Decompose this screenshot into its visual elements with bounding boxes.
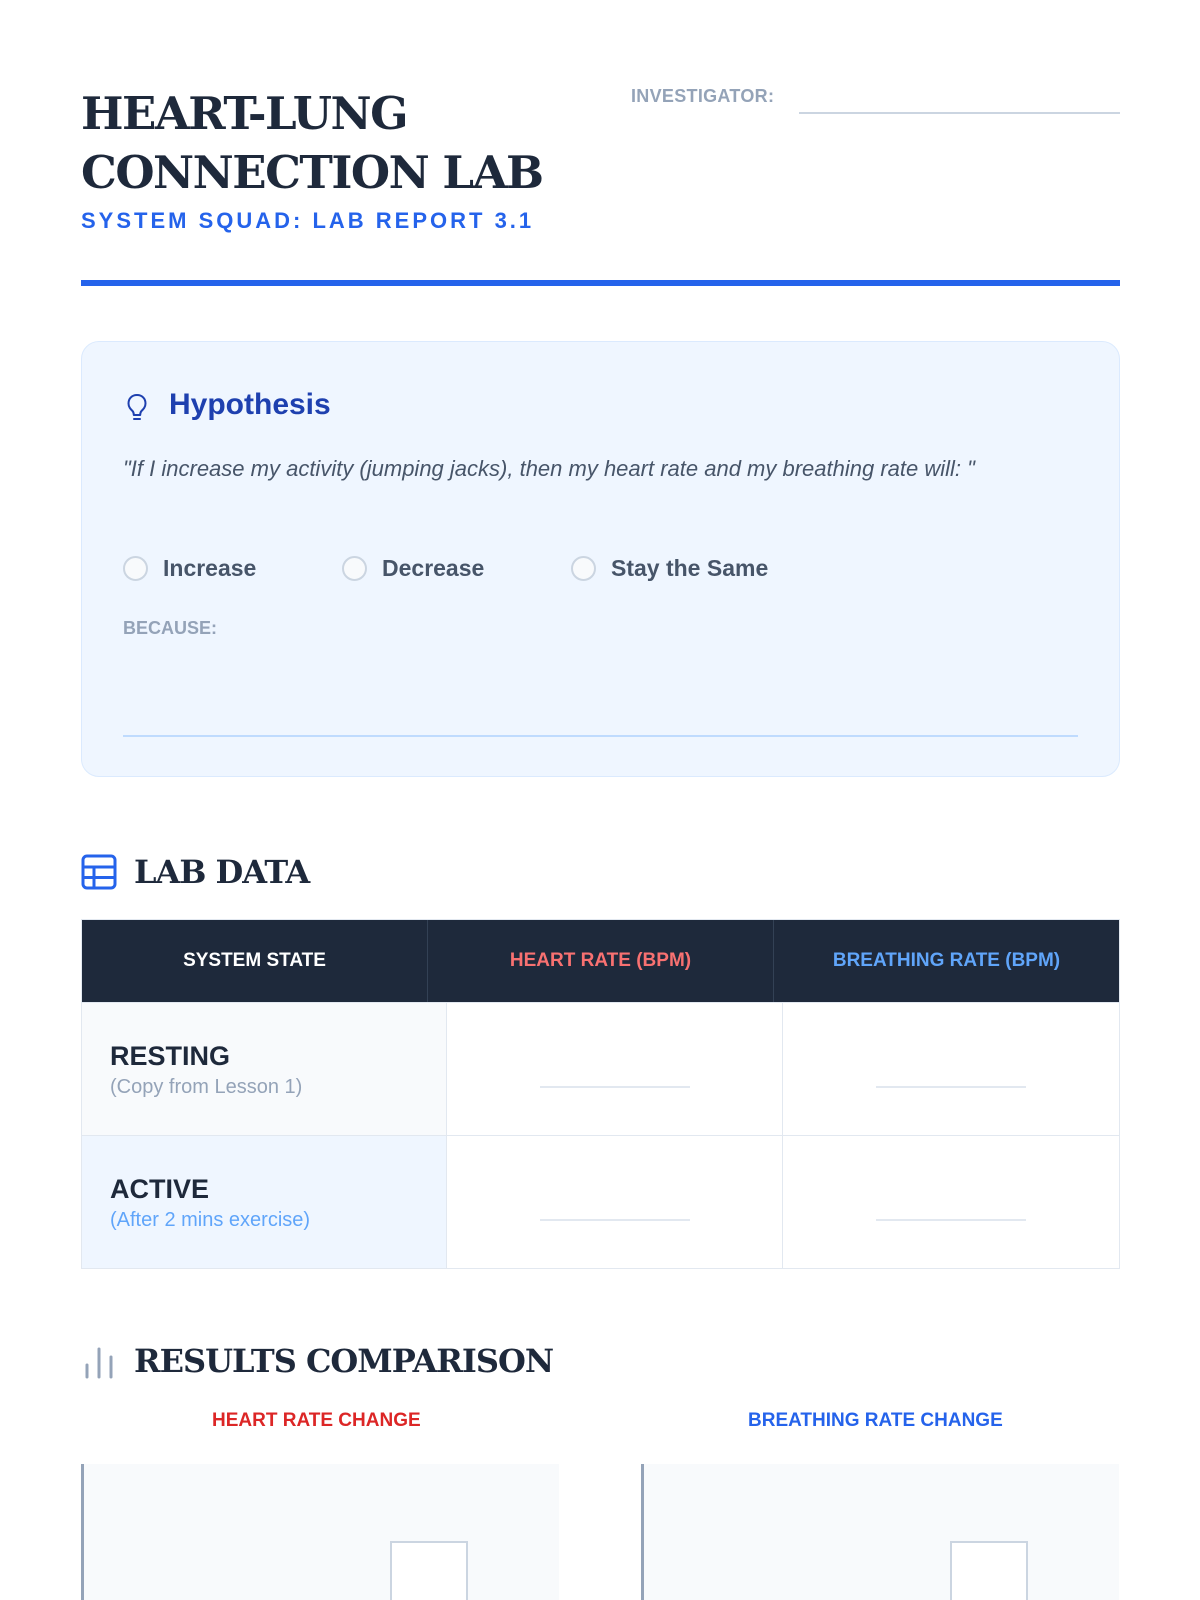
- page-title: HEART-LUNG CONNECTION LAB: [81, 87, 544, 199]
- hypothesis-options: Increase Decrease Stay the Same: [123, 552, 1023, 584]
- state-name: RESTING: [110, 1041, 231, 1071]
- investigator-label: INVESTIGATOR:: [631, 86, 775, 106]
- table-row: RESTING (Copy from Lesson 1): [82, 1002, 1120, 1135]
- radio-stay-the-same[interactable]: [571, 555, 596, 581]
- option-label: Decrease: [382, 554, 485, 581]
- state-name: ACTIVE: [110, 1174, 210, 1204]
- option-increase[interactable]: Increase: [123, 552, 256, 584]
- column-header-breathing-rate: BREATHING RATE (BPM): [832, 950, 1061, 971]
- header-divider: [81, 280, 1120, 286]
- option-label: Stay the Same: [611, 554, 769, 581]
- breathing-chart-axis: [641, 1464, 644, 1600]
- active-breathing-rate-cell[interactable]: [783, 1136, 1120, 1268]
- option-stay-the-same[interactable]: Stay the Same: [571, 552, 768, 584]
- investigator-field[interactable]: INVESTIGATOR:: [631, 84, 1120, 114]
- resting-heart-rate-cell[interactable]: [446, 1003, 784, 1135]
- resting-breathing-rate-input[interactable]: [876, 1086, 1027, 1088]
- column-header-heart-rate: HEART RATE (BPM): [428, 920, 774, 1002]
- table-icon: [81, 854, 117, 890]
- radio-decrease[interactable]: [342, 555, 367, 581]
- heart-rate-chart: [81, 1464, 559, 1600]
- results-heading: RESULTS COMPARISON: [81, 1339, 554, 1383]
- heart-chart-axis: [81, 1464, 84, 1600]
- state-note: (Copy from Lesson 1): [110, 1076, 303, 1098]
- breathing-chart-bar[interactable]: [950, 1541, 1028, 1600]
- active-heart-rate-cell[interactable]: [446, 1136, 784, 1268]
- investigator-input-line[interactable]: [799, 112, 1120, 114]
- report-header: HEART-LUNG CONNECTION LAB SYSTEM SQUAD: …: [81, 84, 1120, 284]
- active-heart-rate-input[interactable]: [539, 1219, 690, 1221]
- lightbulb-icon: [127, 394, 147, 420]
- because-input-line[interactable]: [123, 735, 1078, 737]
- resting-breathing-rate-cell[interactable]: [783, 1003, 1120, 1135]
- state-cell-active: ACTIVE (After 2 mins exercise): [82, 1136, 447, 1268]
- active-breathing-rate-input[interactable]: [876, 1219, 1027, 1221]
- hypothesis-card: Hypothesis "If I increase my activity (j…: [81, 341, 1120, 777]
- breathing-chart-title: BREATHING RATE CHANGE: [748, 1410, 1003, 1431]
- heart-chart-bar[interactable]: [390, 1541, 468, 1600]
- lab-data-table: SYSTEM STATE HEART RATE (BPM) BREATHING …: [81, 919, 1120, 1269]
- radio-increase[interactable]: [123, 555, 148, 581]
- table-row: ACTIVE (After 2 mins exercise): [82, 1135, 1120, 1268]
- hypothesis-statement: "If I increase my activity (jumping jack…: [123, 456, 975, 481]
- page-subtitle: SYSTEM SQUAD: LAB REPORT 3.1: [81, 208, 535, 233]
- resting-heart-rate-input[interactable]: [539, 1086, 690, 1088]
- table-header-row: SYSTEM STATE HEART RATE (BPM) BREATHING …: [82, 920, 1119, 1002]
- heart-chart-title: HEART RATE CHANGE: [212, 1410, 421, 1431]
- state-cell-resting: RESTING (Copy from Lesson 1): [82, 1003, 447, 1135]
- hypothesis-title: Hypothesis: [169, 388, 331, 421]
- option-label: Increase: [163, 554, 257, 581]
- breathing-rate-chart: [641, 1464, 1119, 1600]
- because-label: BECAUSE:: [123, 618, 218, 638]
- lab-data-title: LAB DATA: [134, 853, 310, 891]
- results-title: RESULTS COMPARISON: [134, 1342, 554, 1380]
- bar-chart-icon: [85, 1347, 113, 1379]
- lab-data-heading: LAB DATA: [81, 850, 310, 894]
- state-note: (After 2 mins exercise): [110, 1209, 311, 1231]
- option-decrease[interactable]: Decrease: [342, 552, 484, 584]
- column-header-system-state: SYSTEM STATE: [82, 920, 428, 1002]
